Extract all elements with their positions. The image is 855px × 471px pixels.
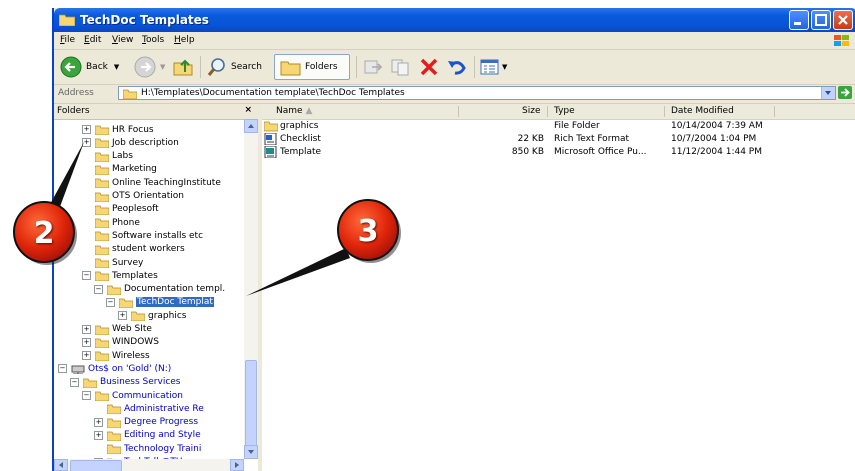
annotation-overlay — [13, 142, 401, 296]
callout-3-label: 3 — [357, 214, 379, 249]
callout-3-pointer — [246, 248, 350, 296]
callout-2-pointer — [48, 142, 84, 212]
callout-2-label: 2 — [33, 216, 55, 251]
